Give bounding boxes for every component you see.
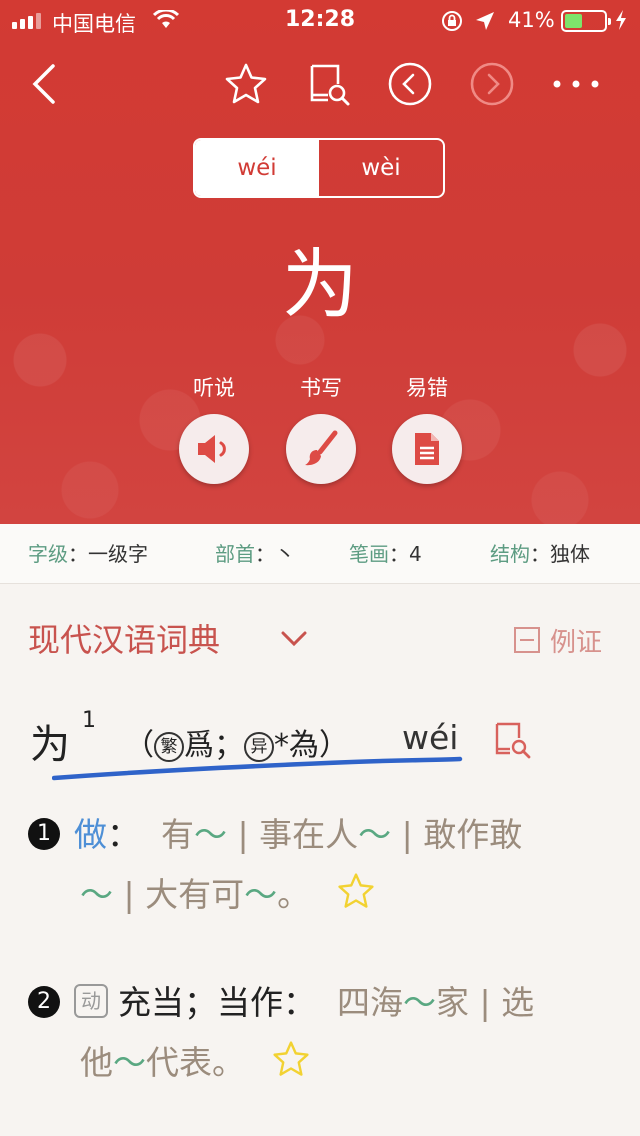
example-text: 他 [80,1043,113,1082]
char-radical: 部首：丶 [215,542,295,566]
definition-1-cont: ～ | 大有可～。 [80,866,375,924]
definition-word: 充当；当作 [118,983,283,1022]
mistakes-button[interactable] [392,414,462,484]
mistakes-label: 易错 [406,376,448,400]
carrier-name: 中国电信 [52,12,136,36]
next-char-button[interactable] [464,52,520,116]
battery-icon [561,10,611,32]
character-display: 为 [282,240,358,329]
back-icon [32,64,55,104]
char-strokes-value: 4 [409,542,422,566]
example-text: | 大有可 [113,875,245,914]
char-radical-key: 部首 [215,542,255,566]
tab-pinyin-wei4[interactable]: wèi [319,140,443,196]
character-actions: 听说 书写 易错 [0,372,640,492]
brush-icon [305,430,338,466]
pinyin-segmented-control: wéi wèi [193,138,445,198]
tab-pinyin-wei2[interactable]: wéi [195,140,319,196]
char-structure-key: 结构 [490,542,530,566]
listen-button[interactable] [179,414,249,484]
tilde-mark: ～ [358,815,392,854]
back-button[interactable] [16,52,72,116]
tilde-mark: ～ [402,983,436,1022]
star-icon[interactable] [337,872,375,910]
status-bar: 中国电信 12:28 41% [0,0,640,40]
write-action: 书写 [271,372,371,484]
write-label: 书写 [300,376,342,400]
lookup-button[interactable] [300,52,356,116]
example-text: 有 [160,815,194,854]
mistakes-action: 易错 [377,372,477,484]
previous-char-button[interactable] [382,52,438,116]
listen-action: 听说 [164,372,264,484]
char-level-value: 一级字 [88,542,148,566]
character-info-strip: 字级：一级字 部首：丶 笔画：4 结构：独体 [0,524,640,584]
character-header: 中国电信 12:28 41% wéi wèi 为 听说 书写 易错 [0,0,640,524]
favorite-button[interactable] [218,52,274,116]
next-icon [470,62,514,106]
headword-superscript: 1 [82,708,96,733]
char-level: 字级：一级字 [28,542,148,566]
more-icon [553,80,599,88]
book-search-icon [310,64,350,106]
nav-bar [0,52,640,116]
document-icon [415,433,439,465]
char-radical-value: 丶 [275,542,295,566]
definition-number: 1 [28,818,60,850]
definition-number: 2 [28,986,60,1018]
chevron-down-icon[interactable] [280,630,308,648]
example-toggle[interactable]: 例证 [514,612,602,668]
tilde-mark: ～ [113,1043,146,1082]
definition-2-cont: 他～代表。 [80,1034,310,1092]
char-level-key: 字级 [28,542,68,566]
star-icon[interactable] [272,1040,310,1078]
example-label: 例证 [550,627,603,658]
charging-icon [614,9,628,35]
write-button[interactable] [286,414,356,484]
char-strokes-key: 笔画 [349,542,389,566]
char-structure: 结构：独体 [490,542,590,566]
tilde-mark: ～ [193,815,227,854]
example-text: 四海 [336,983,403,1022]
speaker-icon [198,435,226,463]
prev-icon [388,62,432,106]
rotation-lock-icon [440,10,464,36]
example-text: | 事在人 [226,815,359,854]
definition-1: 1 做： 有～ | 事在人～ | 敢作敢 [28,806,522,864]
dictionary-header: 现代汉语词典 例证 [0,612,640,668]
collapse-box-icon [514,627,540,653]
example-text: 代表。 [146,1043,245,1082]
star-icon [225,63,267,104]
example-text: | 敢作敢 [391,815,523,854]
handwritten-underline [52,756,463,781]
wifi-icon [152,8,180,34]
location-icon [474,10,496,36]
book-search-icon[interactable] [492,720,532,760]
char-structure-value: 独体 [550,542,590,566]
tilde-mark: ～ [80,875,113,914]
part-of-speech-tag: 动 [74,984,108,1018]
example-text: 。 [277,875,311,914]
battery-percent: 41% [508,8,555,32]
dictionary-selector[interactable]: 现代汉语词典 [28,612,220,668]
example-text: 家 | 选 [435,983,535,1022]
definition-word[interactable]: 做 [74,815,107,854]
char-strokes: 笔画：4 [349,542,422,566]
tilde-mark: ～ [244,875,278,914]
signal-icon [12,13,41,29]
definition-2: 2 动充当；当作： 四海～家 | 选 [28,974,534,1032]
more-button[interactable] [546,52,606,116]
listen-label: 听说 [193,376,235,400]
